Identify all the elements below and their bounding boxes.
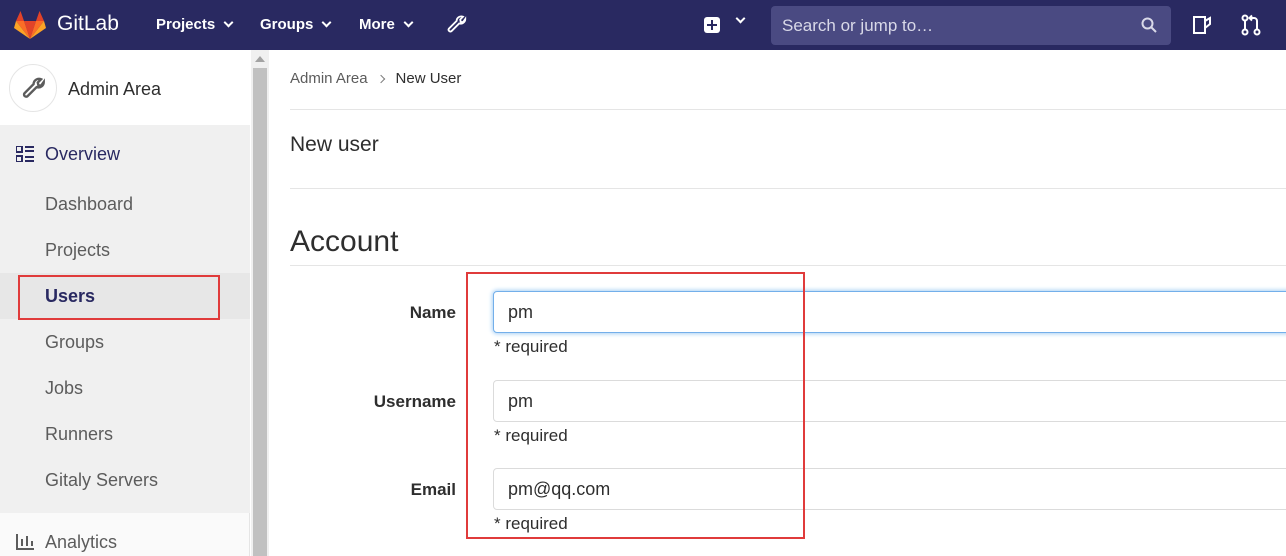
sidebar-header[interactable]: Admin Area bbox=[0, 50, 250, 125]
nav-more-dropdown[interactable]: More bbox=[359, 16, 414, 33]
divider bbox=[290, 188, 1286, 189]
highlight-box-form-fields bbox=[466, 272, 805, 539]
sidebar-item-label: Projects bbox=[45, 240, 111, 260]
sidebar-item-label: Gitaly Servers bbox=[45, 470, 159, 490]
divider bbox=[290, 109, 1286, 110]
sidebar-analytics-label: Analytics bbox=[45, 532, 118, 552]
sidebar-item-projects[interactable]: Projects bbox=[0, 227, 250, 273]
chevron-down-icon bbox=[403, 17, 414, 28]
admin-avatar bbox=[9, 64, 57, 112]
sidebar-item-label: Jobs bbox=[45, 378, 84, 398]
sidebar-item-jobs[interactable]: Jobs bbox=[0, 365, 250, 411]
page-title: New user bbox=[290, 133, 379, 156]
wrench-icon bbox=[22, 77, 45, 98]
overview-icon bbox=[16, 146, 34, 162]
sidebar-item-label: Groups bbox=[45, 332, 105, 352]
chevron-down-icon bbox=[223, 17, 234, 28]
sidebar-item-analytics[interactable]: Analytics bbox=[0, 513, 250, 556]
top-navbar: GitLab Projects Groups More bbox=[0, 0, 1286, 50]
sidebar-submenu: Dashboard Projects Users Groups Jobs Run… bbox=[0, 181, 250, 513]
email-label: Email bbox=[410, 480, 456, 499]
sidebar-overview-label: Overview bbox=[45, 144, 121, 164]
divider bbox=[290, 265, 1286, 266]
breadcrumb: Admin Area New User bbox=[290, 70, 461, 87]
chevron-down-icon bbox=[321, 17, 332, 28]
chevron-down-icon[interactable] bbox=[735, 13, 746, 24]
sidebar-item-label: Dashboard bbox=[45, 194, 134, 214]
chevron-right-icon bbox=[376, 74, 385, 83]
sidebar-item-label: Runners bbox=[45, 424, 114, 444]
breadcrumb-admin-area[interactable]: Admin Area bbox=[290, 70, 368, 87]
sidebar-title: Admin Area bbox=[68, 79, 162, 99]
sidebar-item-groups[interactable]: Groups bbox=[0, 319, 250, 365]
nav-groups-dropdown[interactable]: Groups bbox=[260, 16, 332, 33]
sidebar-item-overview[interactable]: Overview bbox=[0, 125, 250, 181]
gitlab-logo-icon[interactable] bbox=[14, 10, 46, 40]
brand-name[interactable]: GitLab bbox=[57, 12, 119, 36]
admin-wrench-icon[interactable] bbox=[446, 14, 468, 36]
todo-icon[interactable] bbox=[1192, 15, 1212, 35]
nav-projects-dropdown[interactable]: Projects bbox=[156, 16, 234, 33]
nav-projects-label: Projects bbox=[156, 16, 216, 33]
nav-groups-label: Groups bbox=[260, 16, 314, 33]
analytics-icon bbox=[16, 534, 34, 550]
nav-more-label: More bbox=[359, 16, 395, 33]
name-label: Name bbox=[409, 303, 456, 322]
search-input[interactable] bbox=[771, 6, 1171, 45]
sidebar-item-dashboard[interactable]: Dashboard bbox=[0, 181, 250, 227]
sidebar-item-runners[interactable]: Runners bbox=[0, 411, 250, 457]
scrollbar-thumb[interactable] bbox=[253, 68, 267, 556]
breadcrumb-current[interactable]: New User bbox=[396, 70, 462, 87]
scroll-up-arrow-icon[interactable] bbox=[255, 56, 265, 62]
section-title-account: Account bbox=[290, 225, 399, 258]
highlight-box-users bbox=[18, 275, 220, 320]
search-box[interactable] bbox=[771, 6, 1171, 45]
merge-request-icon[interactable] bbox=[1241, 14, 1261, 36]
search-icon bbox=[1141, 17, 1157, 33]
sidebar-scrollbar[interactable] bbox=[251, 50, 269, 556]
username-label: Username bbox=[373, 392, 456, 411]
sidebar-item-gitaly-servers[interactable]: Gitaly Servers bbox=[0, 457, 250, 503]
new-plus-icon[interactable] bbox=[704, 17, 720, 33]
